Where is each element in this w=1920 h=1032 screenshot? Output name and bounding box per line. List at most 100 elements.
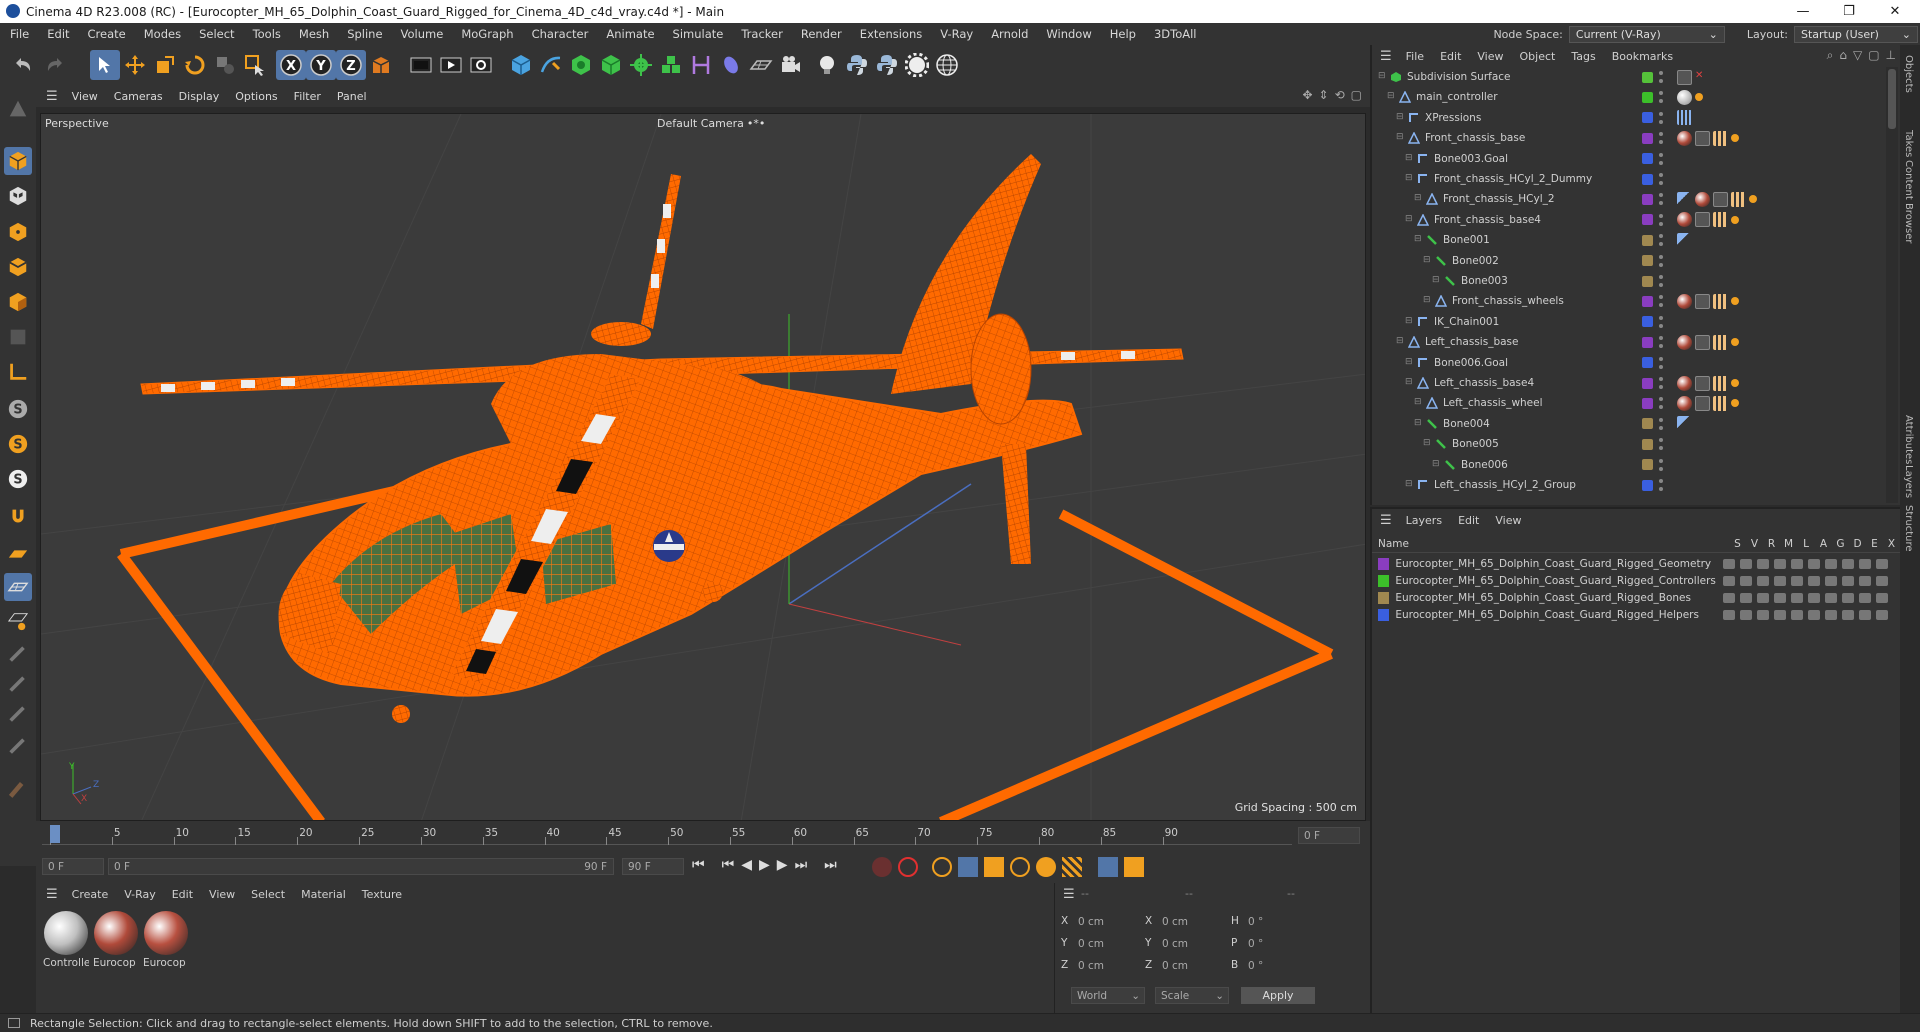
- material-item[interactable]: Eurocop: [142, 911, 190, 969]
- tree-expand-icon[interactable]: ⊟: [1405, 479, 1413, 489]
- soft-selection-button[interactable]: [4, 641, 32, 669]
- coord-value-field[interactable]: 0 cm: [1073, 935, 1141, 952]
- hamburger-icon[interactable]: ☰: [36, 887, 64, 902]
- visibility-dots[interactable]: [1659, 315, 1663, 328]
- material-tag-icon[interactable]: [1677, 395, 1692, 411]
- timeline[interactable]: 051015202530354045505560657075808590 0 F: [36, 821, 1370, 851]
- layer-color-swatch[interactable]: [1642, 295, 1653, 307]
- layer-color-swatch[interactable]: [1642, 438, 1653, 450]
- material-menu-v-ray[interactable]: V-Ray: [116, 888, 164, 901]
- frame-range-slider[interactable]: 0 F 90 F: [108, 858, 614, 875]
- layer-color-swatch[interactable]: [1378, 608, 1390, 621]
- lock-icon[interactable]: [1791, 575, 1803, 586]
- eye-icon[interactable]: [1740, 609, 1752, 620]
- constraint-tag-icon[interactable]: [1731, 215, 1739, 224]
- pan-view-icon[interactable]: ✥: [1302, 88, 1312, 102]
- menu-item-edit[interactable]: Edit: [38, 27, 78, 41]
- visibility-dots[interactable]: [1659, 295, 1663, 308]
- layer-color-swatch[interactable]: [1642, 479, 1653, 491]
- tweak-button[interactable]: [4, 671, 32, 699]
- visibility-dots[interactable]: [1659, 397, 1663, 410]
- object-menu-file[interactable]: File: [1398, 50, 1432, 63]
- check-tag-icon[interactable]: [1713, 191, 1728, 207]
- close-button[interactable]: ✕: [1872, 0, 1918, 23]
- render-icon[interactable]: [1757, 575, 1769, 586]
- tree-expand-icon[interactable]: ⊟: [1432, 459, 1440, 469]
- mograph-button[interactable]: [656, 50, 686, 80]
- material-menu-edit[interactable]: Edit: [164, 888, 201, 901]
- constraint-tag-icon[interactable]: [1731, 379, 1739, 387]
- menu-item-volume[interactable]: Volume: [392, 27, 453, 41]
- render-icon[interactable]: [1757, 609, 1769, 620]
- side-tab-structure[interactable]: Structure: [1903, 505, 1914, 552]
- start-frame-field[interactable]: 0 F: [42, 858, 104, 875]
- texture-tag-icon[interactable]: [1713, 375, 1728, 391]
- point-level-key-icon[interactable]: [1062, 857, 1082, 877]
- manager-icon[interactable]: [1774, 575, 1786, 586]
- tree-expand-icon[interactable]: ⊟: [1423, 255, 1431, 265]
- texture-tag-icon[interactable]: [1731, 191, 1746, 207]
- texture-tag-icon[interactable]: [1713, 395, 1728, 411]
- layer-row[interactable]: Eurocopter_MH_65_Dolphin_Coast_Guard_Rig…: [1378, 572, 1888, 589]
- recent-tool-button[interactable]: [210, 50, 240, 80]
- expression-icon[interactable]: [1859, 609, 1871, 620]
- eye-icon[interactable]: [1740, 575, 1752, 586]
- generator-icon[interactable]: [1825, 609, 1837, 620]
- object-row[interactable]: ⊟ Left_chassis_base4: [1372, 373, 1882, 393]
- coord-value-field[interactable]: 0 cm: [1157, 957, 1225, 974]
- menu-item-tracker[interactable]: Tracker: [732, 27, 792, 41]
- viewport-menu-cameras[interactable]: Cameras: [106, 90, 171, 103]
- tree-expand-icon[interactable]: ⊟: [1396, 132, 1404, 142]
- menu-item-3dtoall[interactable]: 3DToAll: [1145, 27, 1206, 41]
- object-row[interactable]: ⊟ Bone006.Goal: [1372, 353, 1882, 373]
- object-row[interactable]: ⊟ Front_chassis_base4: [1372, 210, 1882, 230]
- generator-icon[interactable]: [1825, 575, 1837, 586]
- layer-row[interactable]: Eurocopter_MH_65_Dolphin_Coast_Guard_Rig…: [1378, 606, 1888, 623]
- layer-color-swatch[interactable]: [1642, 418, 1653, 430]
- object-scrollbar[interactable]: [1886, 67, 1898, 503]
- tree-expand-icon[interactable]: ⊟: [1423, 295, 1431, 305]
- material-menu-create[interactable]: Create: [64, 888, 117, 901]
- display-tag-icon[interactable]: [1677, 89, 1692, 105]
- search-icon[interactable]: ⌕: [1827, 48, 1834, 63]
- cube-primitive-button[interactable]: [506, 50, 536, 80]
- paint-button[interactable]: [4, 701, 32, 729]
- layer-color-swatch[interactable]: [1378, 591, 1390, 604]
- layer-color-swatch[interactable]: [1642, 357, 1653, 369]
- material-menu-texture[interactable]: Texture: [354, 888, 410, 901]
- viewport-menu-view[interactable]: View: [64, 90, 106, 103]
- filter-icon[interactable]: ▽: [1853, 48, 1862, 63]
- timeline-ruler[interactable]: 051015202530354045505560657075808590: [42, 821, 1292, 845]
- menu-item-create[interactable]: Create: [79, 27, 135, 41]
- visibility-dots[interactable]: [1659, 111, 1663, 124]
- xref-icon[interactable]: [1876, 558, 1888, 569]
- menu-item-render[interactable]: Render: [792, 27, 851, 41]
- object-row[interactable]: ⊟ Left_chassis_HCyl_2_Group: [1372, 475, 1882, 495]
- polygons-mode-button[interactable]: [4, 288, 32, 316]
- apply-button[interactable]: Apply: [1241, 987, 1315, 1004]
- maximize-view-icon[interactable]: ▢: [1351, 88, 1362, 102]
- material-tag-icon[interactable]: [1677, 293, 1692, 309]
- menu-item-extensions[interactable]: Extensions: [851, 27, 931, 41]
- render-settings-button[interactable]: [466, 50, 496, 80]
- subdivision-surface-button[interactable]: [566, 50, 596, 80]
- material-item[interactable]: Controlle: [42, 911, 90, 969]
- scale-tool-button[interactable]: [150, 50, 180, 80]
- maximize-button[interactable]: ❐: [1826, 0, 1872, 23]
- menu-item-simulate[interactable]: Simulate: [664, 27, 733, 41]
- material-menu-view[interactable]: View: [201, 888, 243, 901]
- solo-icon[interactable]: [1723, 558, 1735, 569]
- previous-frame-icon[interactable]: ◀: [741, 857, 752, 873]
- viewport-menu-filter[interactable]: Filter: [286, 90, 329, 103]
- live-select-button[interactable]: [240, 50, 270, 80]
- close-icon[interactable]: ✕: [1695, 70, 1710, 85]
- constraint-tag-icon[interactable]: [1749, 195, 1757, 204]
- visibility-dots[interactable]: [1659, 356, 1663, 369]
- tree-expand-icon[interactable]: ⊟: [1414, 397, 1422, 407]
- object-menu-view[interactable]: View: [1469, 50, 1511, 63]
- brush-button[interactable]: [4, 775, 32, 803]
- check-tag-icon[interactable]: [1695, 375, 1710, 391]
- manager-icon[interactable]: [1774, 609, 1786, 620]
- animation-icon[interactable]: [1808, 592, 1820, 603]
- object-row[interactable]: ⊟ Bone001: [1372, 230, 1882, 250]
